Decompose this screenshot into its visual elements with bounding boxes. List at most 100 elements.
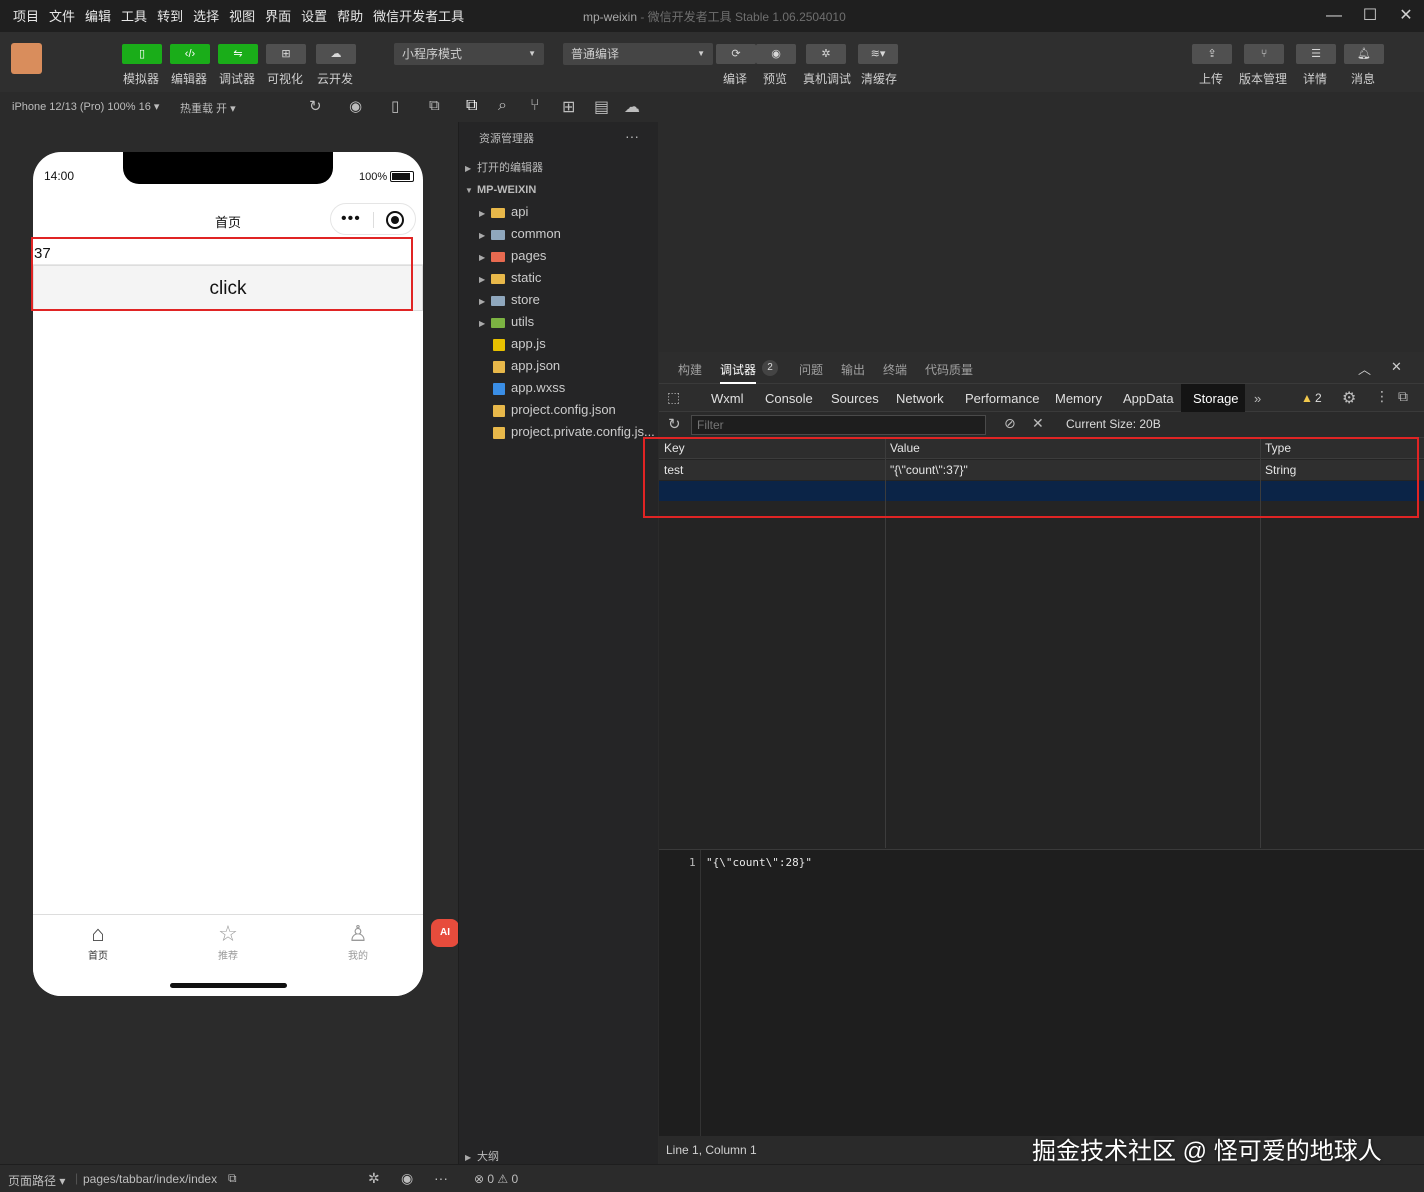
more-icon[interactable]: ··· [625, 128, 639, 144]
menu-help[interactable]: 帮助 [332, 6, 368, 25]
stop-icon[interactable]: ◉ [349, 97, 362, 115]
tab-build[interactable]: 构建 [678, 361, 702, 378]
clear-icon[interactable]: ✕ [1032, 415, 1044, 432]
file-item[interactable]: app.js [459, 333, 659, 355]
problems-counter[interactable]: ⊗ 0 ⚠ 0 [474, 1172, 518, 1186]
upload-icon[interactable]: ⇪ [1192, 44, 1232, 64]
version-icon[interactable]: ⑂ [1244, 44, 1284, 64]
copy-icon[interactable]: ⧉ [228, 1171, 237, 1186]
inspect-icon[interactable]: ⬚ [667, 389, 680, 406]
file-item[interactable]: app.json [459, 355, 659, 377]
close-icon[interactable]: ✕ [1396, 6, 1416, 26]
menu-settings[interactable]: 设置 [296, 6, 332, 25]
folder-item[interactable]: ▶ pages [459, 245, 659, 267]
maximize-icon[interactable]: ☐ [1360, 6, 1380, 26]
files-icon[interactable]: ⧉ [466, 97, 477, 115]
extensions-icon[interactable]: ⊞ [562, 97, 575, 117]
mode-select[interactable]: 小程序模式 ▼ [394, 43, 544, 65]
page-path-select[interactable]: 页面路径 ▾ [8, 1172, 65, 1189]
tab-network[interactable]: Network [896, 391, 944, 406]
search-icon[interactable]: ⌕ [498, 97, 507, 115]
warning-icon[interactable]: ▲ [1301, 391, 1313, 405]
menu-file[interactable]: 文件 [44, 6, 80, 25]
debugger-toggle-icon[interactable]: ⇋ [218, 44, 258, 64]
folder-item[interactable]: ▶ store [459, 289, 659, 311]
folder-item[interactable]: ▶ utils [459, 311, 659, 333]
gear-icon[interactable]: ⚙ [1342, 388, 1356, 408]
more-icon[interactable]: ••• [341, 210, 361, 228]
menu-tools[interactable]: 工具 [116, 6, 152, 25]
popout-icon[interactable]: ⧉ [429, 97, 440, 114]
tab-mine[interactable]: ♙ 我的 [328, 921, 388, 962]
cloud-icon[interactable]: ☁ [624, 97, 640, 117]
block-icon[interactable]: ⊘ [1004, 415, 1016, 432]
tab-memory[interactable]: Memory [1055, 391, 1102, 406]
menu-select[interactable]: 选择 [188, 6, 224, 25]
folder-item[interactable]: ▶ api [459, 201, 659, 223]
device-select[interactable]: iPhone 12/13 (Pro) 100% 16 ▾ [12, 100, 159, 113]
kebab-icon[interactable]: ⋮ [1375, 388, 1389, 405]
filter-input[interactable] [691, 415, 986, 435]
file-item[interactable]: app.wxss [459, 377, 659, 399]
storage-icon[interactable]: ▤ [594, 97, 609, 117]
chevron-right-icon: ▶ [479, 319, 486, 328]
eye-icon[interactable]: ◉ [401, 1170, 413, 1187]
preview-icon[interactable]: ◉ [756, 44, 796, 64]
compile-icon[interactable]: ⟳ [716, 44, 756, 64]
tab-performance[interactable]: Performance [965, 391, 1039, 406]
visual-toggle-icon[interactable]: ⊞ [266, 44, 306, 64]
more-tabs-icon[interactable]: » [1254, 391, 1261, 406]
tab-terminal[interactable]: 终端 [883, 361, 907, 378]
tab-appdata[interactable]: AppData [1123, 391, 1174, 406]
tab-problems[interactable]: 问题 [799, 361, 823, 378]
more-icon[interactable]: ··· [434, 1170, 448, 1186]
menu-goto[interactable]: 转到 [152, 6, 188, 25]
home-icon: ⌂ [91, 921, 105, 946]
menu-edit[interactable]: 编辑 [80, 6, 116, 25]
folder-item[interactable]: ▶ common [459, 223, 659, 245]
source-control-icon[interactable]: ⑂ [530, 97, 540, 115]
file-item[interactable]: project.private.config.js... [459, 421, 659, 443]
menu-view[interactable]: 视图 [224, 6, 260, 25]
menu-project[interactable]: 项目 [8, 6, 44, 25]
refresh-icon[interactable]: ↻ [309, 97, 322, 115]
open-editors[interactable]: ▶ 打开的编辑器 [459, 157, 659, 179]
value-editor[interactable]: 1 "{\"count\":28}" [659, 849, 1424, 1137]
editor-toggle-icon[interactable]: ‹/› [170, 44, 210, 64]
editor-text[interactable]: "{\"count\":28}" [706, 856, 812, 869]
capsule-menu[interactable]: ••• [330, 203, 416, 235]
tab-sources[interactable]: Sources [831, 391, 879, 406]
battery-percent: 100% [359, 171, 388, 183]
remote-debug-icon[interactable]: ✲ [806, 44, 846, 64]
simulator-toggle-icon[interactable]: ▯ [122, 44, 162, 64]
dock-icon[interactable]: ⧉ [1398, 388, 1408, 405]
hot-reload-select[interactable]: 热重载 开 ▾ [180, 100, 236, 116]
compile-select[interactable]: 普通编译 ▼ [563, 43, 713, 65]
phone-icon[interactable]: ▯ [391, 97, 399, 115]
tab-wxml[interactable]: Wxml [711, 391, 744, 406]
menu-interface[interactable]: 界面 [260, 6, 296, 25]
menu-devtools[interactable]: 微信开发者工具 [368, 6, 469, 25]
file-item[interactable]: project.config.json [459, 399, 659, 421]
avatar[interactable] [11, 43, 42, 74]
tab-console[interactable]: Console [765, 391, 813, 406]
tab-home[interactable]: ⌂ 首页 [68, 921, 128, 962]
close-icon[interactable]: ✕ [1391, 359, 1402, 375]
bell-icon[interactable]: 🔔︎ [1344, 44, 1384, 64]
tab-debugger[interactable]: 调试器 [720, 361, 757, 384]
chevron-up-icon[interactable]: ︿ [1358, 359, 1371, 378]
clear-cache-icon[interactable]: ≋▾ [858, 44, 898, 64]
bug-icon[interactable]: ✲ [368, 1170, 380, 1187]
minimize-icon[interactable]: — [1324, 6, 1344, 26]
tab-output[interactable]: 输出 [841, 361, 865, 378]
tab-recommend[interactable]: ☆ 推荐 [198, 921, 258, 962]
folder-item[interactable]: ▶ static [459, 267, 659, 289]
refresh-icon[interactable]: ↻ [668, 415, 681, 433]
details-icon[interactable]: ☰ [1296, 44, 1336, 64]
close-target-icon[interactable] [386, 211, 404, 229]
cloud-toggle-icon[interactable]: ☁ [316, 44, 356, 64]
project-root[interactable]: ▼ MP-WEIXIN [459, 179, 659, 201]
ai-assistant-button[interactable]: AI [431, 919, 459, 947]
tab-code-quality[interactable]: 代码质量 [925, 361, 973, 378]
tab-storage[interactable]: Storage [1193, 391, 1239, 406]
